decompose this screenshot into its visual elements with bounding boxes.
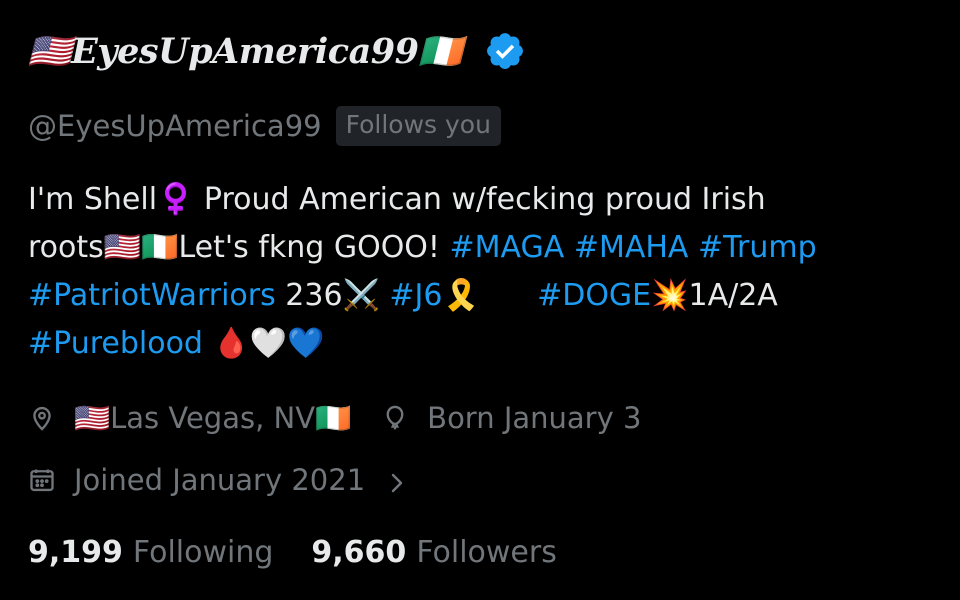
following-count: 9,199 [28,534,123,570]
hashtag-link[interactable]: #MAHA [574,230,689,265]
chevron-right-icon[interactable] [387,468,407,493]
follow-stats: 9,199 Following 9,660 Followers [28,530,557,574]
bio-text: 236⚔️ [275,278,390,313]
bio-text: 🎗️ [442,278,538,313]
followers-stat[interactable]: 9,660 Followers [311,535,556,570]
display-name-row: 🇺🇸EyesUpAmerica99🇮🇪 [28,24,526,78]
bio-line: roots🇺🇸🇮🇪Let's fkng GOOO! #MAGA #MAHA #T… [28,224,928,272]
balloon-icon [381,404,409,432]
joined-row[interactable]: Joined January 2021 [28,458,407,502]
bio-text: 💥1A/2A [651,278,778,313]
profile-meta-row: 🇺🇸Las Vegas, NV🇮🇪 Born January 3 [28,396,641,440]
hashtag-link[interactable]: #DOGE [537,278,651,313]
bio-line: #Pureblood 🩸🤍💙 [28,320,928,368]
followers-label: Followers [416,534,557,570]
joined-text: Joined January 2021 [74,463,366,497]
followers-count: 9,660 [311,534,407,570]
handle-row: @EyesUpAmerica99 Follows you [28,104,501,148]
user-handle: @EyesUpAmerica99 [28,109,322,143]
verified-badge-icon[interactable] [484,30,526,72]
bio: I'm Shell♀️ Proud American w/fecking pro… [28,176,928,368]
hashtag-link[interactable]: #MAGA [449,230,564,265]
hashtag-link[interactable]: #Pureblood [28,326,203,361]
birthday-text: Born January 3 [427,401,642,435]
following-label: Following [132,534,274,570]
location-text: 🇺🇸Las Vegas, NV🇮🇪 [74,400,352,435]
hashtag-link[interactable]: #J6 [389,278,442,313]
bio-text: 🩸🤍💙 [202,326,325,361]
bio-line: I'm Shell♀️ Proud American w/fecking pro… [28,176,928,224]
bio-line: #PatriotWarriors 236⚔️ #J6🎗️ #DOGE💥1A/2A [28,272,928,320]
follows-you-badge: Follows you [335,106,501,146]
bio-text: I'm Shell♀️ Proud American w/fecking pro… [28,182,766,217]
following-stat[interactable]: 9,199 Following [28,535,273,570]
hashtag-link[interactable]: #PatriotWarriors [28,278,276,313]
hashtag-link[interactable]: #Trump [698,230,817,265]
calendar-icon [28,466,56,494]
display-name: 🇺🇸EyesUpAmerica99🇮🇪 [28,30,462,72]
bio-text [688,230,698,265]
location-pin-icon [28,404,56,432]
bio-text [564,230,574,265]
bio-text: roots🇺🇸🇮🇪Let's fkng GOOO! [28,230,450,265]
